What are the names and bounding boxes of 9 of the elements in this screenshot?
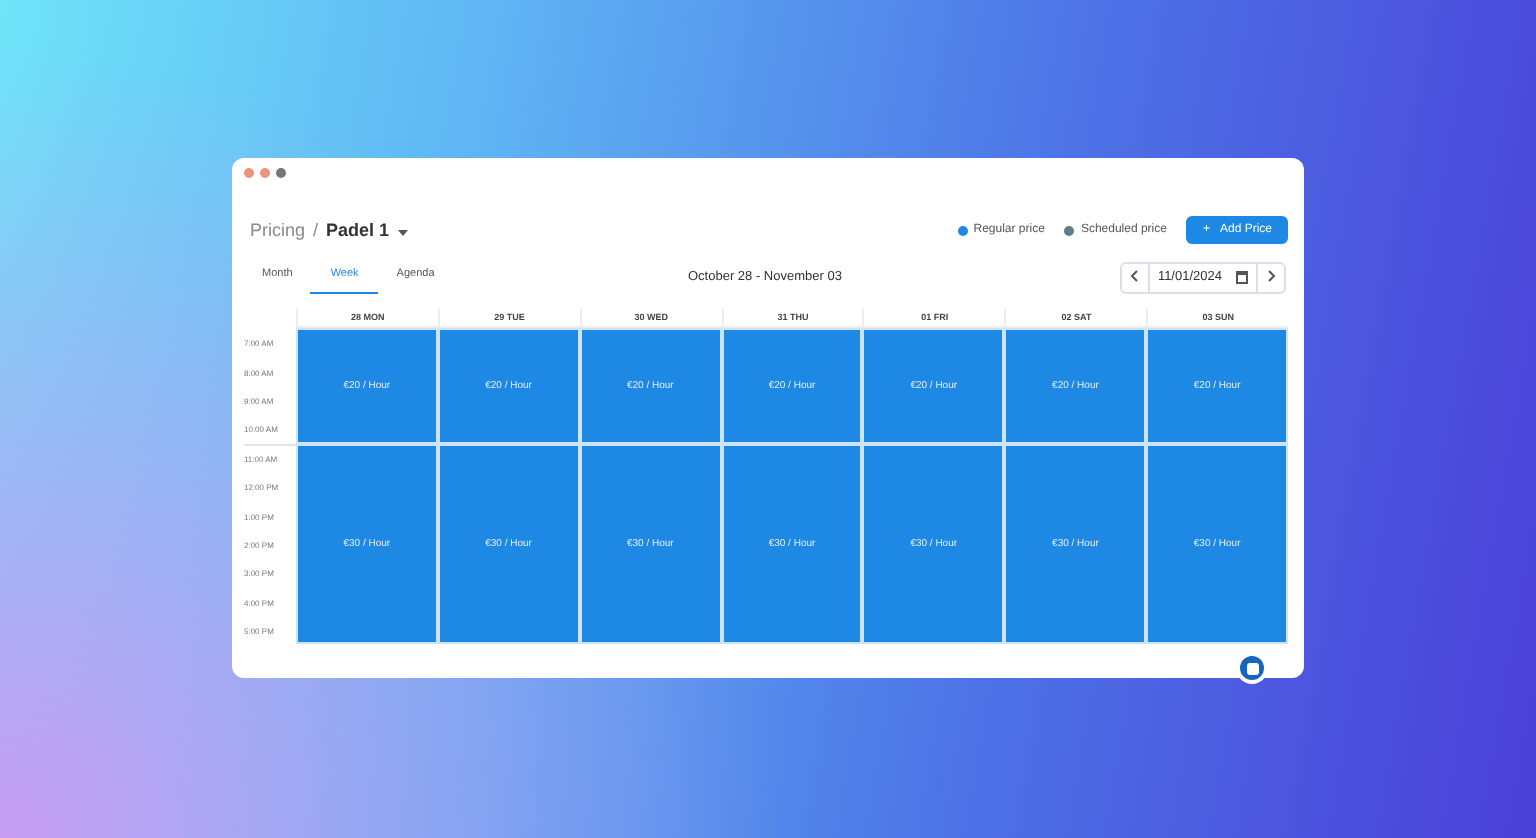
breadcrumb-current[interactable]: Padel 1 <box>326 220 390 240</box>
chat-button[interactable] <box>1236 652 1268 684</box>
chevron-left-icon <box>1130 269 1139 281</box>
breadcrumb-parent[interactable]: Pricing <box>250 220 306 240</box>
calendar-icon[interactable] <box>1236 270 1248 284</box>
caret-icon[interactable] <box>397 229 408 237</box>
chevron-right-icon <box>1267 269 1275 281</box>
chat-icon <box>1245 661 1259 675</box>
breadcrumb-separator: / <box>313 220 319 240</box>
